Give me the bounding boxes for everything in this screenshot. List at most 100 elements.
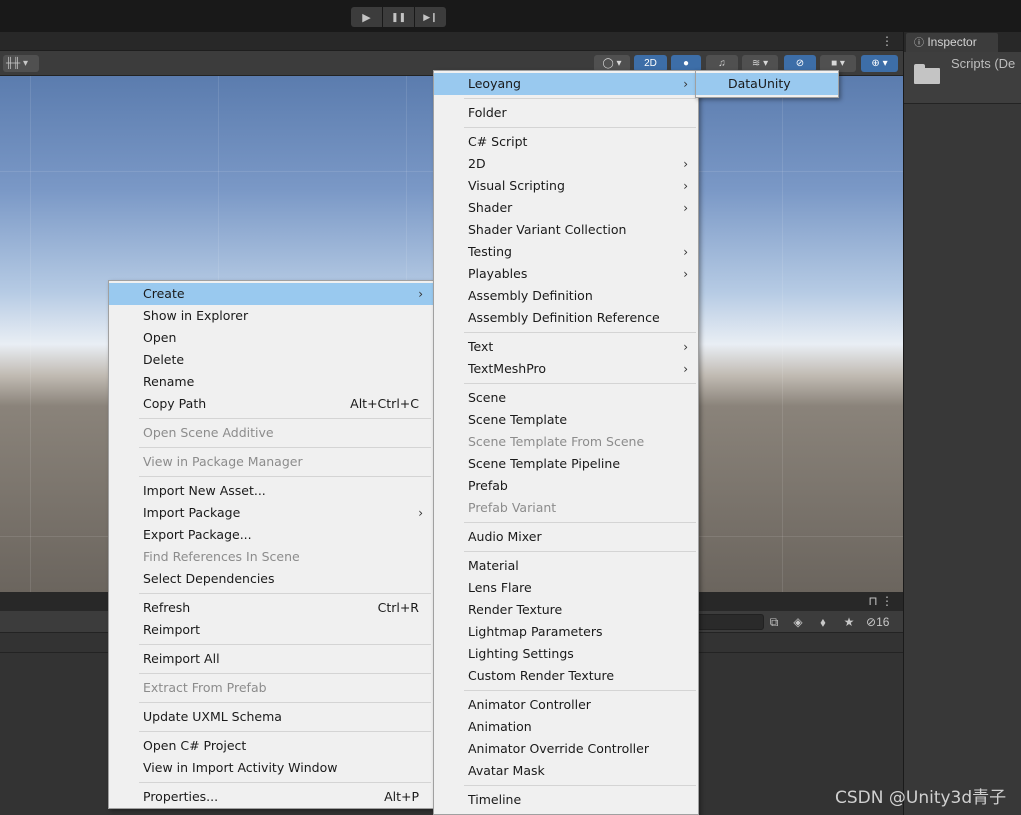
editor-top-bar: ▶ ❚❚ ▶❙ [0,0,1021,32]
menu-item-label: Custom Render Texture [468,668,615,683]
menu-item-label: Animator Override Controller [468,741,649,756]
menu-item-update-uxml-schema[interactable]: Update UXML Schema [109,706,433,728]
menu-item-label: Update UXML Schema [143,709,282,724]
menu-item-refresh[interactable]: Refresh Ctrl+R [109,597,433,619]
menu-item-lightmap-parameters[interactable]: Lightmap Parameters [434,621,698,643]
chevron-right-icon: › [418,287,423,301]
menu-item-import-new-asset[interactable]: Import New Asset... [109,480,433,502]
menu-item-reimport[interactable]: Reimport [109,619,433,641]
menu-item-label: Scene Template From Scene [468,434,645,449]
play-icon: ▶ [362,11,371,24]
menu-item-visual-scripting[interactable]: Visual Scripting › [434,175,698,197]
menu-item-view-in-import-activity-window[interactable]: View in Import Activity Window [109,757,433,779]
menu-item-label: Assembly Definition Reference [468,310,660,325]
menu-item-scene-template[interactable]: Scene Template [434,409,698,431]
menu-item-label: Delete [143,352,185,367]
menu-item-label: Refresh [143,600,191,615]
menu-item-label: Lighting Settings [468,646,574,661]
hidden-packages-count[interactable]: ⊘16 [866,613,889,631]
menu-item-animator-override-controller[interactable]: Animator Override Controller [434,738,698,760]
menu-item-label: Import Package [143,505,241,520]
search-by-type-icon[interactable]: ⧉ [764,613,784,631]
filter-by-label-icon[interactable]: ⬧ [813,613,833,631]
menu-separator [109,641,433,648]
menu-item-label: TextMeshPro [468,361,547,376]
project-search-input[interactable] [690,614,764,630]
menu-item-textmeshpro[interactable]: TextMeshPro › [434,358,698,380]
filter-by-type-icon[interactable]: ◈ [788,613,808,631]
menu-item-prefab[interactable]: Prefab [434,475,698,497]
menu-item-shader-variant-collection[interactable]: Shader Variant Collection [434,219,698,241]
menu-item-assembly-definition[interactable]: Assembly Definition [434,285,698,307]
menu-item-assembly-definition-reference[interactable]: Assembly Definition Reference [434,307,698,329]
more-options-icon[interactable]: ⋮ [881,33,893,49]
menu-item-label: Create [143,286,185,301]
menu-item-folder[interactable]: Folder [434,102,698,124]
menu-item-leoyang[interactable]: Leoyang › [434,73,698,95]
menu-item-dataunity[interactable]: DataUnity [696,73,838,95]
chevron-right-icon: › [683,267,688,281]
menu-item-reimport-all[interactable]: Reimport All [109,648,433,670]
menu-item-label: Visual Scripting [468,178,565,193]
gizmos-dropdown-icon[interactable]: ⊕ ▾ [861,55,898,72]
menu-item-import-package[interactable]: Import Package › [109,502,433,524]
menu-item-shader[interactable]: Shader › [434,197,698,219]
menu-item-label: Render Texture [468,602,563,617]
menu-item-animation[interactable]: Animation [434,716,698,738]
menu-item-testing[interactable]: Testing › [434,241,698,263]
menu-separator [434,95,698,102]
menu-item-render-texture[interactable]: Render Texture [434,599,698,621]
menu-item-custom-render-texture[interactable]: Custom Render Texture [434,665,698,687]
menu-item-label: 2D [468,156,486,171]
menu-item-find-references-in-scene: Find References In Scene [109,546,433,568]
menu-separator [434,380,698,387]
menu-separator [434,519,698,526]
menu-item-open-c-project[interactable]: Open C# Project [109,735,433,757]
menu-item-label: Animation [468,719,532,734]
chevron-right-icon: › [683,245,688,259]
step-icon: ▶❙ [423,11,438,22]
menu-item-timeline[interactable]: Timeline [434,789,698,811]
play-button[interactable]: ▶ [351,7,382,27]
menu-item-label: C# Script [468,134,528,149]
tab-inspector[interactable]: ⓘ Inspector [906,33,998,52]
step-button[interactable]: ▶❙ [415,7,446,27]
pause-button[interactable]: ❚❚ [383,7,414,27]
menu-item-rename[interactable]: Rename [109,371,433,393]
menu-item-material[interactable]: Material [434,555,698,577]
menu-item-delete[interactable]: Delete [109,349,433,371]
favorites-star-icon[interactable]: ★ [839,613,859,631]
menu-item-label: Scene [468,390,507,405]
menu-item-label: Open Scene Additive [143,425,274,440]
menu-item-lens-flare[interactable]: Lens Flare [434,577,698,599]
menu-item-export-package[interactable]: Export Package... [109,524,433,546]
menu-item-label: Leoyang [468,76,521,91]
menu-item-audio-mixer[interactable]: Audio Mixer [434,526,698,548]
lock-icon[interactable]: ⊓ ⋮ [868,593,893,610]
menu-item-create[interactable]: Create › [109,283,433,305]
menu-item-scene-template-pipeline[interactable]: Scene Template Pipeline [434,453,698,475]
menu-item-text[interactable]: Text › [434,336,698,358]
inspector-panel: ⓘ Inspector Scripts (De [903,32,1021,815]
menu-item-animator-controller[interactable]: Animator Controller [434,694,698,716]
inspector-header: Scripts (De [904,52,1021,104]
menu-item-copy-path[interactable]: Copy Path Alt+Ctrl+C [109,393,433,415]
menu-item-select-dependencies[interactable]: Select Dependencies [109,568,433,590]
asset-context-menu: Create › Show in Explorer Open Delete Rename C… [108,280,434,809]
menu-item-label: Import New Asset... [143,483,266,498]
menu-item-view-in-package-manager: View in Package Manager [109,451,433,473]
menu-item-2d[interactable]: 2D › [434,153,698,175]
menu-item-playables[interactable]: Playables › [434,263,698,285]
menu-item-lighting-settings[interactable]: Lighting Settings [434,643,698,665]
menu-item-avatar-mask[interactable]: Avatar Mask [434,760,698,782]
grid-snap-dropdown[interactable]: ╫╫ ▾ [3,55,39,72]
menu-item-properties[interactable]: Properties... Alt+P [109,786,433,808]
menu-item-open[interactable]: Open [109,327,433,349]
menu-item-show-in-explorer[interactable]: Show in Explorer [109,305,433,327]
chevron-right-icon: › [683,179,688,193]
menu-separator [109,590,433,597]
menu-item-label: Lens Flare [468,580,532,595]
menu-item-c-script[interactable]: C# Script [434,131,698,153]
menu-item-scene[interactable]: Scene [434,387,698,409]
chevron-right-icon: › [683,77,688,91]
